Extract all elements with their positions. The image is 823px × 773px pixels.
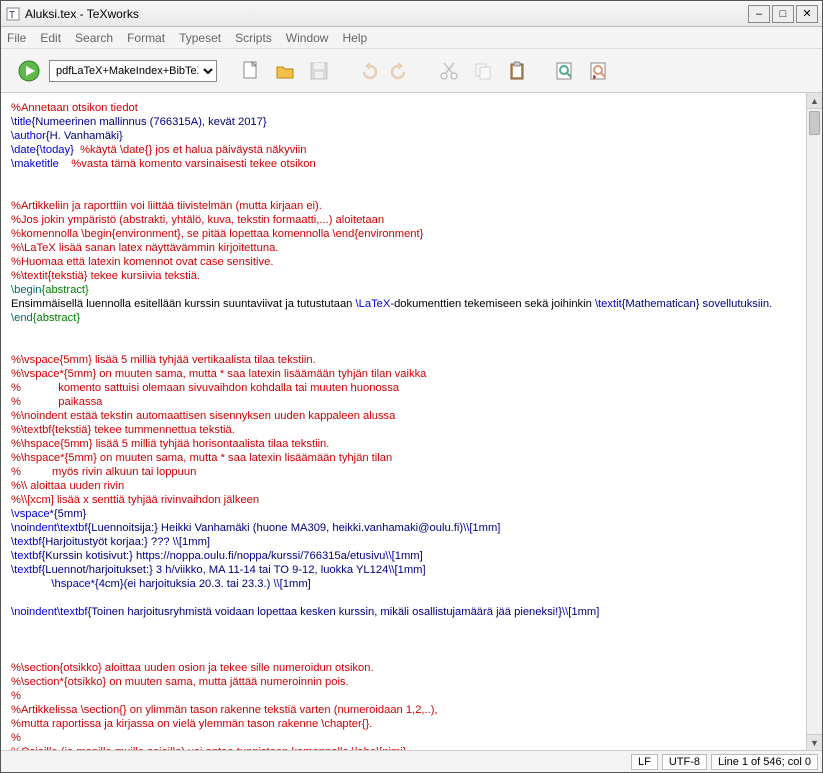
window-controls: – □ ✕ — [748, 5, 818, 23]
replace-button[interactable] — [585, 57, 613, 85]
menu-search[interactable]: Search — [75, 31, 113, 45]
scroll-thumb[interactable] — [809, 111, 820, 135]
scroll-up-arrow[interactable]: ▲ — [807, 93, 822, 109]
menu-edit[interactable]: Edit — [40, 31, 61, 45]
titlebar: T Aluksi.tex - TeXworks – □ ✕ — [1, 1, 822, 27]
line-ending-indicator[interactable]: LF — [631, 754, 658, 770]
maximize-button[interactable]: □ — [772, 5, 794, 23]
redo-button[interactable] — [387, 57, 415, 85]
menu-window[interactable]: Window — [286, 31, 329, 45]
paste-button[interactable] — [503, 57, 531, 85]
menubar: File Edit Search Format Typeset Scripts … — [1, 27, 822, 49]
source-editor[interactable]: %Annetaan otsikon tiedot \title{Numeerin… — [1, 93, 822, 750]
vertical-scrollbar[interactable]: ▲ ▼ — [806, 93, 822, 750]
typeset-run-button[interactable] — [15, 57, 43, 85]
copy-button[interactable] — [469, 57, 497, 85]
undo-button[interactable] — [353, 57, 381, 85]
menu-file[interactable]: File — [7, 31, 26, 45]
close-button[interactable]: ✕ — [796, 5, 818, 23]
app-icon: T — [5, 6, 21, 22]
statusbar: LF UTF-8 Line 1 of 546; col 0 — [1, 750, 822, 772]
cursor-position-indicator[interactable]: Line 1 of 546; col 0 — [711, 754, 818, 770]
cut-button[interactable] — [435, 57, 463, 85]
menu-format[interactable]: Format — [127, 31, 165, 45]
editor-area: %Annetaan otsikon tiedot \title{Numeerin… — [1, 93, 822, 750]
menu-scripts[interactable]: Scripts — [235, 31, 272, 45]
menu-help[interactable]: Help — [342, 31, 367, 45]
scroll-down-arrow[interactable]: ▼ — [807, 734, 822, 750]
window-title: Aluksi.tex - TeXworks — [25, 7, 748, 21]
new-file-button[interactable] — [237, 57, 265, 85]
svg-text:T: T — [9, 10, 15, 21]
minimize-button[interactable]: – — [748, 5, 770, 23]
open-file-button[interactable] — [271, 57, 299, 85]
engine-select[interactable]: pdfLaTeX+MakeIndex+BibTeX — [49, 60, 217, 82]
menu-typeset[interactable]: Typeset — [179, 31, 221, 45]
save-button[interactable] — [305, 57, 333, 85]
toolbar: pdfLaTeX+MakeIndex+BibTeX — [1, 49, 822, 93]
encoding-indicator[interactable]: UTF-8 — [662, 754, 707, 770]
search-button[interactable] — [551, 57, 579, 85]
